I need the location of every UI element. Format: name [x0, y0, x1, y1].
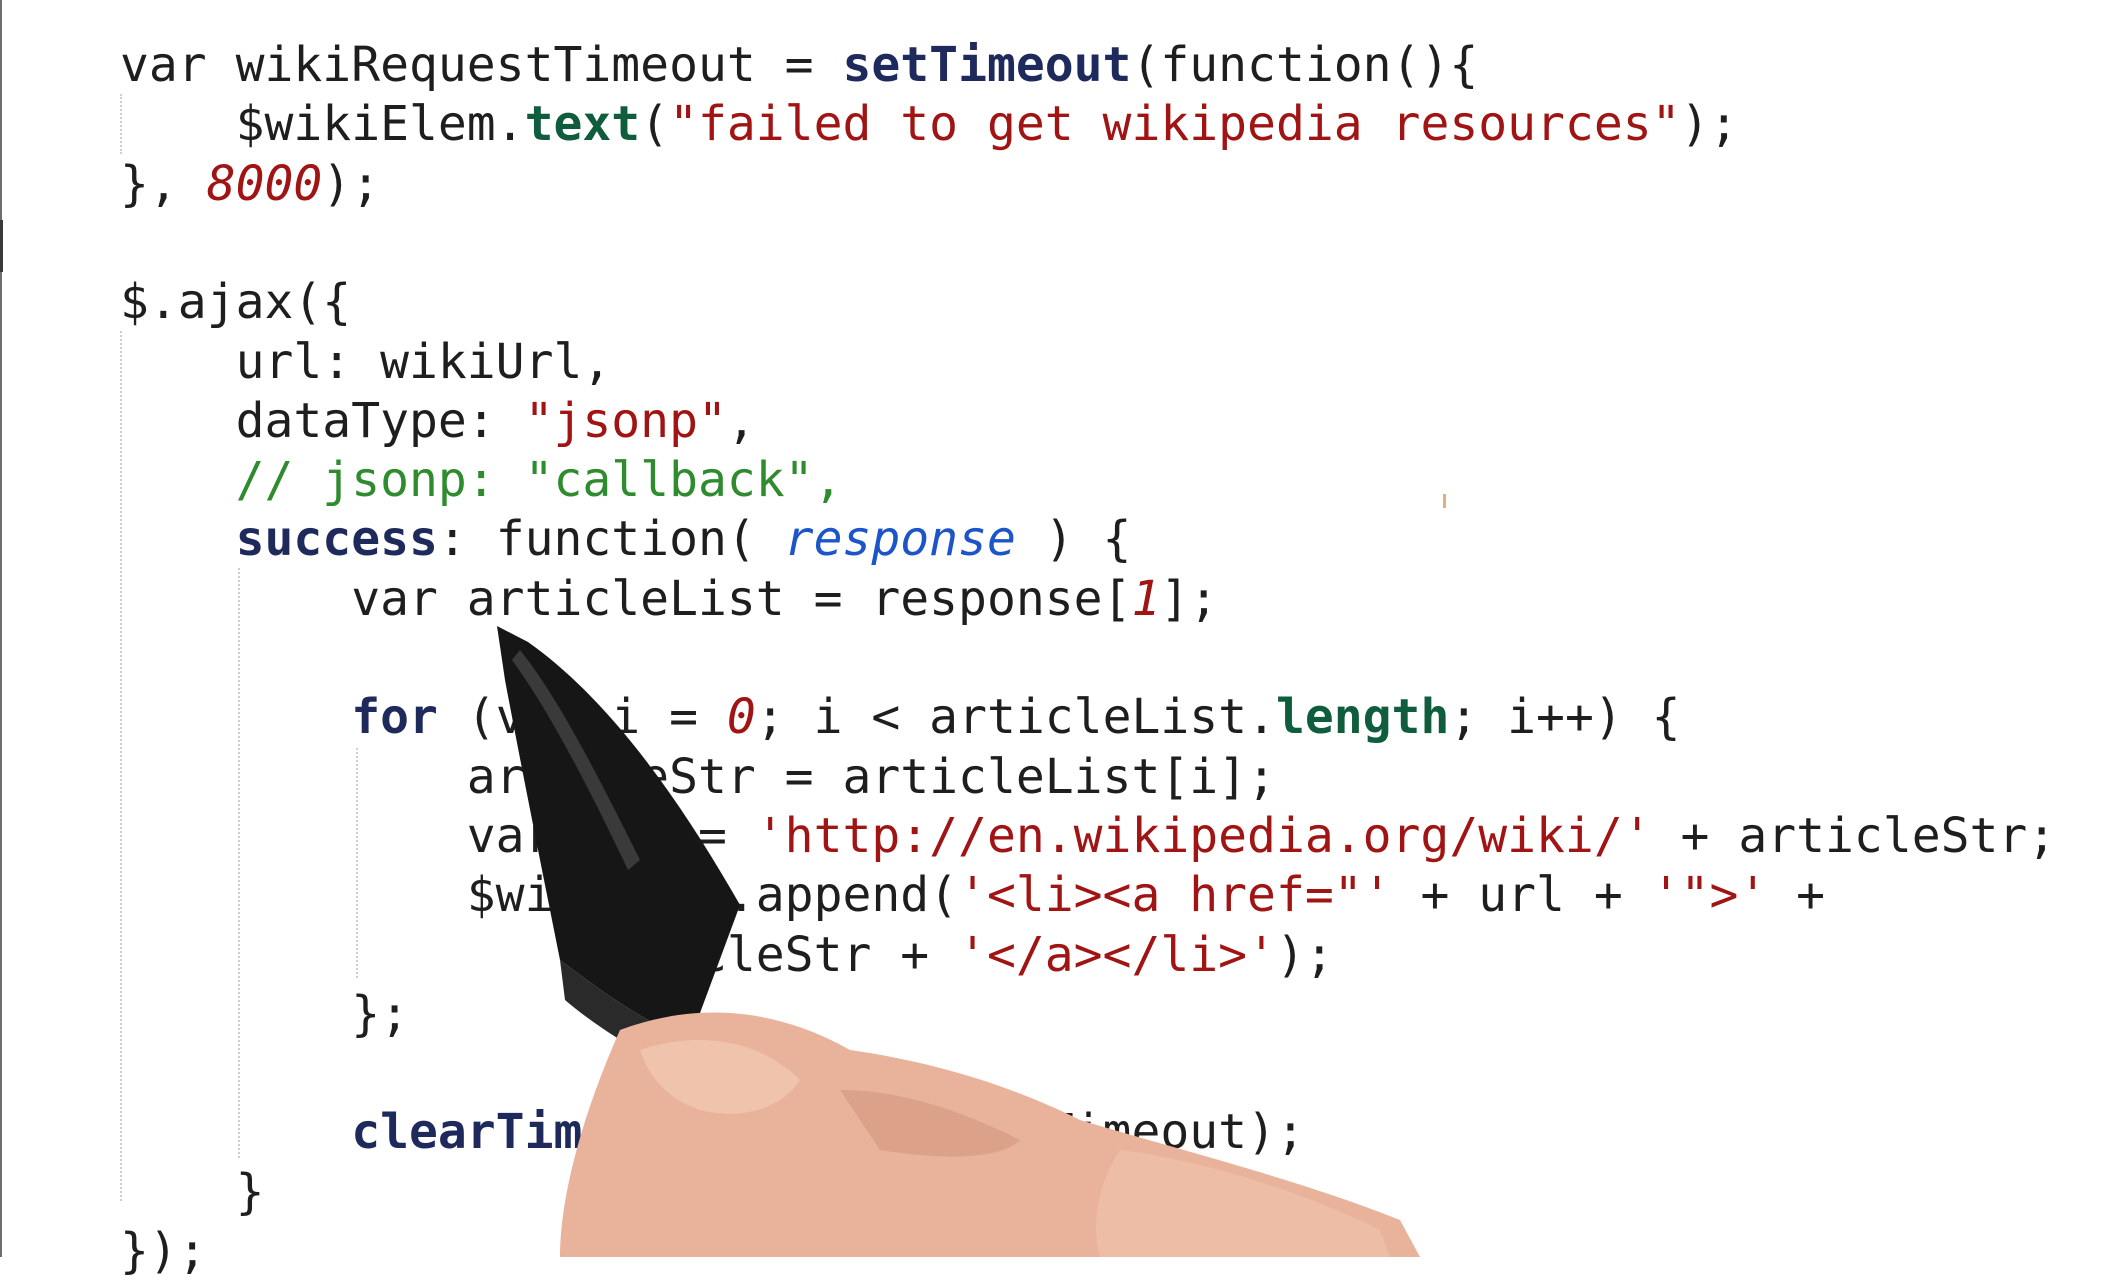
- hand-holding-pen-icon: [497, 626, 1420, 1257]
